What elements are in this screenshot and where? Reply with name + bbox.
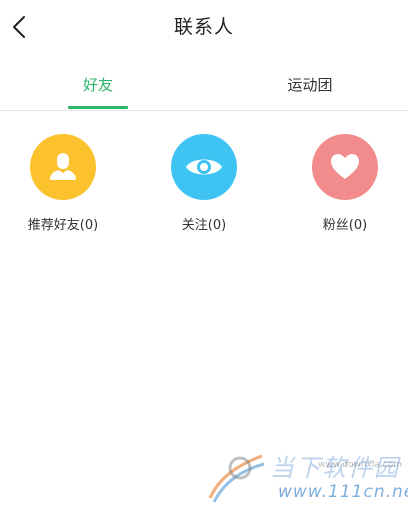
fans-circle	[312, 134, 378, 200]
watermark-url-1: www.downxia.com	[318, 460, 402, 470]
eye-icon	[186, 159, 222, 175]
following-entry[interactable]: 关注(0)	[149, 134, 259, 244]
recommend-friends-label: 推荐好友(0)	[27, 218, 99, 233]
recommend-friends-circle	[30, 134, 96, 200]
top-bar: 联系人	[0, 0, 408, 54]
watermark-logo-icon	[208, 454, 265, 503]
active-tab-indicator	[68, 106, 128, 109]
watermark: 当下软件园 www.downxia.com www.111cn.net	[200, 446, 408, 508]
page-title: 联系人	[173, 16, 234, 38]
contacts-page: 联系人 好友 运动团 推荐好友(0) 关注(0) 粉丝(0) 当下软件园 www…	[0, 0, 408, 513]
tab-friends[interactable]: 好友	[62, 58, 134, 110]
following-circle	[171, 134, 237, 200]
tab-bar: 好友 运动团	[0, 58, 408, 111]
recommend-friends-entry[interactable]: 推荐好友(0)	[8, 134, 118, 244]
tab-sports-groups[interactable]: 运动团	[270, 58, 350, 110]
heart-icon	[331, 154, 359, 179]
fans-label: 粉丝(0)	[322, 218, 368, 233]
fans-entry[interactable]: 粉丝(0)	[290, 134, 400, 244]
user-icon	[50, 153, 76, 180]
watermark-url-2: www.111cn.net	[278, 482, 408, 502]
following-label: 关注(0)	[181, 218, 227, 233]
